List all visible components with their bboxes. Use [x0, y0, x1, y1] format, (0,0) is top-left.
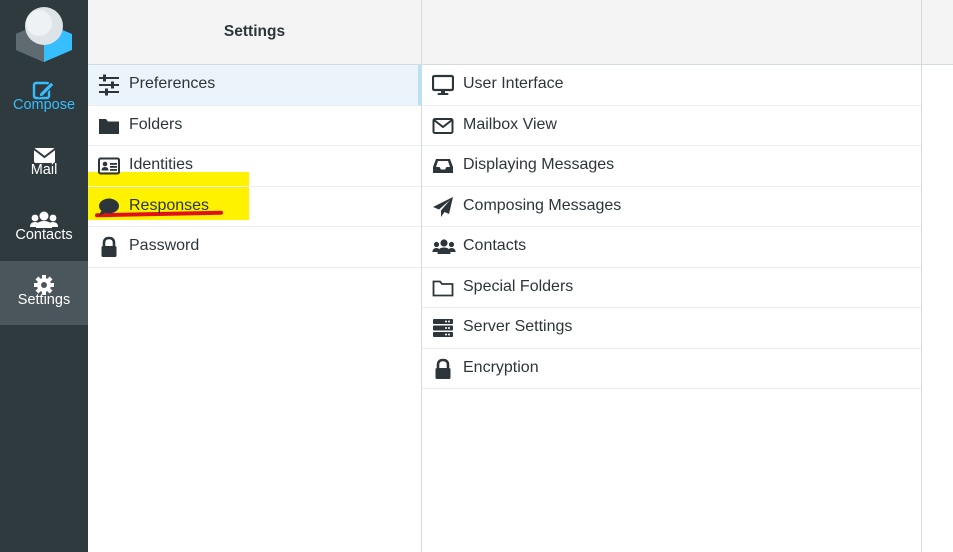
nav-mail[interactable]: Mail — [0, 131, 88, 195]
lock-icon — [432, 358, 454, 380]
nav-contacts[interactable]: Contacts — [0, 196, 88, 260]
section-item-special-folders[interactable]: Special Folders — [422, 268, 921, 308]
panel-header — [422, 0, 921, 65]
paper-plane-icon — [432, 196, 454, 218]
main-nav: Compose Mail Contacts Settings — [0, 0, 88, 552]
id-card-icon — [98, 155, 120, 177]
nav-settings[interactable]: Settings — [0, 261, 88, 325]
section-item-mailbox-view[interactable]: Mailbox View — [422, 106, 921, 146]
folder-icon — [98, 115, 120, 137]
content-header — [922, 0, 953, 65]
panel-title: Settings — [88, 0, 421, 65]
settings-item-password[interactable]: Password — [88, 227, 421, 268]
section-item-composing-messages[interactable]: Composing Messages — [422, 187, 921, 227]
settings-item-identities[interactable]: Identities — [88, 146, 421, 187]
lock-icon — [98, 236, 120, 258]
logo[interactable] — [12, 4, 76, 68]
comment-icon — [98, 196, 120, 218]
section-item-server-settings[interactable]: Server Settings — [422, 308, 921, 349]
envelope-icon — [0, 131, 88, 163]
content-panel — [922, 0, 953, 552]
envelope-outline-icon — [432, 115, 454, 137]
settings-item-preferences[interactable]: Preferences — [88, 65, 421, 106]
settings-item-responses[interactable]: Responses — [88, 187, 421, 227]
sliders-icon — [98, 74, 120, 96]
monitor-icon — [432, 74, 454, 96]
settings-item-folders[interactable]: Folders — [88, 106, 421, 146]
section-item-displaying-messages[interactable]: Displaying Messages — [422, 146, 921, 187]
inbox-icon — [432, 155, 454, 177]
section-item-user-interface[interactable]: User Interface — [422, 65, 921, 106]
section-item-encryption[interactable]: Encryption — [422, 349, 921, 389]
settings-list-panel: Settings Preferences Folders Identities … — [88, 0, 422, 552]
section-item-contacts[interactable]: Contacts — [422, 227, 921, 268]
compose-icon — [0, 66, 88, 100]
folder-outline-icon — [432, 277, 454, 299]
users-icon — [0, 196, 88, 228]
users-icon — [432, 236, 456, 258]
gear-icon — [0, 261, 88, 295]
nav-compose[interactable]: Compose — [0, 66, 88, 130]
preferences-sections-panel: User Interface Mailbox View Displaying M… — [422, 0, 922, 552]
server-icon — [432, 317, 454, 339]
